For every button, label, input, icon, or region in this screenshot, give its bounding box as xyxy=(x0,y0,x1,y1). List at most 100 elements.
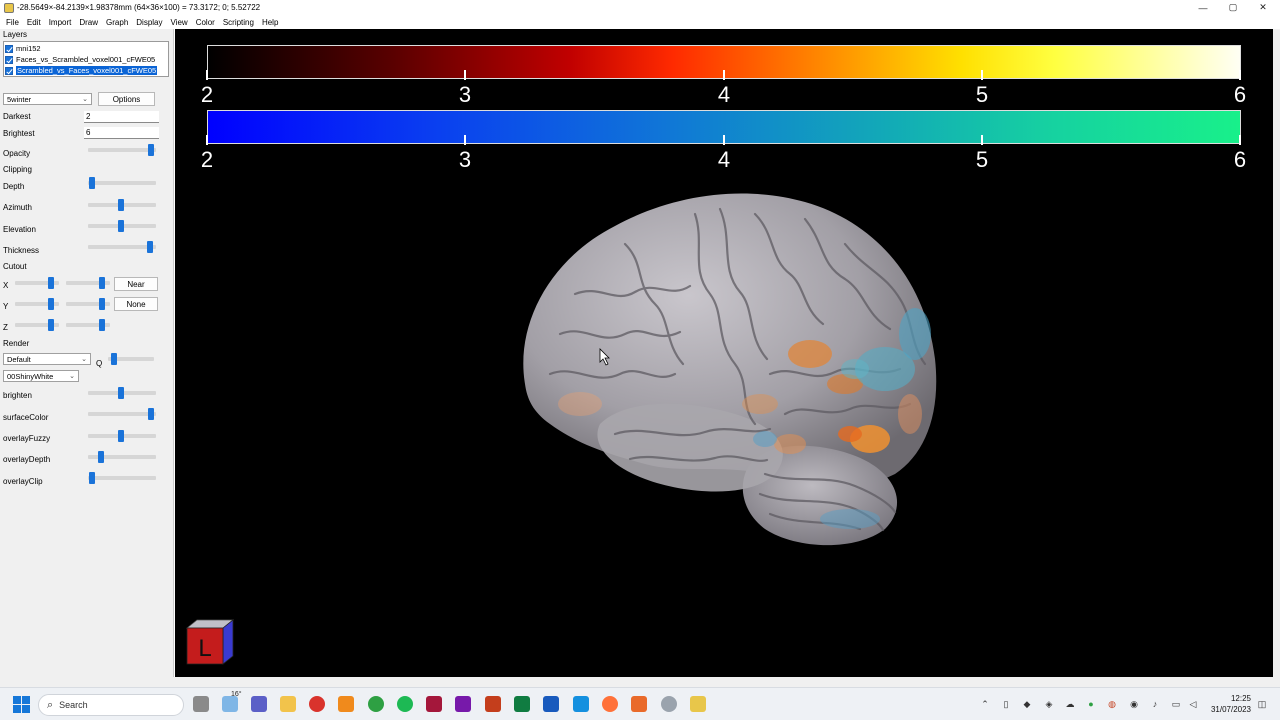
matcap-select[interactable]: 00ShinyWhite ⌄ xyxy=(3,370,79,382)
tray-overflow-icon[interactable]: ⌃ xyxy=(980,699,990,709)
task-view-icon[interactable] xyxy=(193,696,209,712)
options-button[interactable]: Options xyxy=(98,92,155,106)
menu-display[interactable]: Display xyxy=(132,18,166,27)
surface-color-slider-thumb[interactable] xyxy=(148,408,154,420)
cutout-y-max-thumb[interactable] xyxy=(99,298,105,310)
title-bar: -28.5649×-84.2139×1.98378mm (64×36×100) … xyxy=(0,0,1280,15)
tray-microphone-icon[interactable]: ♪ xyxy=(1150,699,1160,709)
cutout-y-min-thumb[interactable] xyxy=(48,298,54,310)
menu-draw[interactable]: Draw xyxy=(75,18,102,27)
tray-volume-icon[interactable]: ◁ xyxy=(1188,699,1198,709)
menu-graph[interactable]: Graph xyxy=(102,18,132,27)
quality-label: Q xyxy=(96,359,103,368)
thickness-slider[interactable] xyxy=(88,245,156,249)
colormap-select[interactable]: 5winter ⌄ xyxy=(3,93,92,105)
layer-item-mni152[interactable]: mni152 xyxy=(5,43,41,54)
spotify-icon[interactable] xyxy=(397,696,413,712)
notifications-icon[interactable]: ◫ xyxy=(1257,699,1267,709)
azimuth-slider-thumb[interactable] xyxy=(118,199,124,211)
menu-scripting[interactable]: Scripting xyxy=(219,18,258,27)
windows-start-icon[interactable] xyxy=(13,696,30,713)
file-explorer-icon[interactable] xyxy=(280,696,296,712)
opacity-slider[interactable] xyxy=(88,148,156,152)
cool-tick-4 xyxy=(723,135,725,145)
matlab-icon[interactable] xyxy=(426,696,442,712)
opacity-slider-thumb[interactable] xyxy=(148,144,154,156)
vlc-icon[interactable] xyxy=(338,696,354,712)
tray-dropbox-icon[interactable]: ◆ xyxy=(1022,699,1032,709)
darkest-input[interactable]: 2 xyxy=(84,111,159,123)
menu-import[interactable]: Import xyxy=(45,18,76,27)
cutout-x-max-thumb[interactable] xyxy=(99,277,105,289)
render-viewport[interactable]: 2 3 4 5 6 2 3 4 5 6 L xyxy=(175,29,1273,677)
menu-file[interactable]: File xyxy=(2,18,23,27)
status-splitter[interactable] xyxy=(0,677,1280,687)
cool-tick-6 xyxy=(1239,135,1241,145)
menu-help[interactable]: Help xyxy=(258,18,282,27)
overlay-clip-slider[interactable] xyxy=(88,476,156,480)
layer-checkbox[interactable] xyxy=(5,44,13,53)
clock-time[interactable]: 12:25 xyxy=(1205,694,1251,703)
taskbar-search[interactable]: ⌕ Search xyxy=(38,694,184,716)
brain-render[interactable] xyxy=(505,174,945,554)
layer-checkbox[interactable] xyxy=(5,55,13,64)
firefox-icon[interactable] xyxy=(602,696,618,712)
surface-color-slider[interactable] xyxy=(88,412,156,416)
depth-slider-thumb[interactable] xyxy=(89,177,95,189)
layer-label: Scrambled_vs_Faces_voxel001_cFWE05 xyxy=(16,66,158,75)
tray-usb-icon[interactable]: ▯ xyxy=(1001,699,1011,709)
chrome-icon[interactable] xyxy=(368,696,384,712)
app-icon-orange[interactable] xyxy=(631,696,647,712)
cutout-z-min-thumb[interactable] xyxy=(48,319,54,331)
brightest-input[interactable]: 6 xyxy=(84,127,159,139)
outlook-icon[interactable] xyxy=(573,696,589,712)
app-icon-red[interactable] xyxy=(309,696,325,712)
cutout-x-min-thumb[interactable] xyxy=(48,277,54,289)
cool-tick-label: 6 xyxy=(1233,147,1247,172)
app-window: -28.5649×-84.2139×1.98378mm (64×36×100) … xyxy=(0,0,1280,720)
excel-icon[interactable] xyxy=(514,696,530,712)
cutout-z-max-thumb[interactable] xyxy=(99,319,105,331)
maximize-button[interactable]: ▢ xyxy=(1218,0,1248,15)
app-icon-gray[interactable] xyxy=(661,696,677,712)
tray-network-icon[interactable]: ▭ xyxy=(1171,699,1181,709)
quality-slider-thumb[interactable] xyxy=(111,353,117,365)
close-button[interactable]: ✕ xyxy=(1248,0,1278,15)
onenote-icon[interactable] xyxy=(455,696,471,712)
thickness-slider-thumb[interactable] xyxy=(147,241,153,253)
tray-security-icon[interactable]: ◉ xyxy=(1129,699,1139,709)
near-button[interactable]: Near xyxy=(114,277,158,291)
right-border xyxy=(1273,29,1280,677)
overlay-clip-slider-thumb[interactable] xyxy=(89,472,95,484)
menu-view[interactable]: View xyxy=(167,18,192,27)
tray-app-icon[interactable]: ◈ xyxy=(1044,699,1054,709)
chevron-down-icon: ⌄ xyxy=(82,96,88,103)
layers-list: mni152 Faces_vs_Scrambled_voxel001_cFWE0… xyxy=(3,41,169,77)
word-icon[interactable] xyxy=(543,696,559,712)
layers-header: Layers xyxy=(3,30,28,39)
teams-icon[interactable] xyxy=(251,696,267,712)
layer-checkbox[interactable] xyxy=(5,66,13,75)
layer-item-scrambled-vs-faces[interactable]: Scrambled_vs_Faces_voxel001_cFWE05 xyxy=(5,65,158,76)
tray-onedrive-icon[interactable]: ☁ xyxy=(1065,699,1075,709)
shader-select[interactable]: Default ⌄ xyxy=(3,353,91,365)
brighten-slider-thumb[interactable] xyxy=(118,387,124,399)
tray-sync-icon[interactable]: ◍ xyxy=(1107,699,1117,709)
clock-date[interactable]: 31/07/2023 xyxy=(1205,705,1251,714)
tray-status-icon[interactable]: ● xyxy=(1086,699,1096,709)
powerpoint-icon[interactable] xyxy=(485,696,501,712)
warm-tick-label: 5 xyxy=(975,82,989,107)
elevation-slider-thumb[interactable] xyxy=(118,220,124,232)
overlay-depth-slider-thumb[interactable] xyxy=(98,451,104,463)
weather-icon[interactable] xyxy=(222,696,238,712)
layer-item-faces-vs-scrambled[interactable]: Faces_vs_Scrambled_voxel001_cFWE05 xyxy=(5,54,155,65)
minimize-button[interactable]: — xyxy=(1188,0,1218,15)
menu-color[interactable]: Color xyxy=(192,18,219,27)
none-button[interactable]: None xyxy=(114,297,158,311)
orientation-cube[interactable]: L xyxy=(183,616,235,668)
mricrogl-icon[interactable] xyxy=(690,696,706,712)
depth-slider[interactable] xyxy=(88,181,156,185)
menu-edit[interactable]: Edit xyxy=(23,18,45,27)
thickness-label: Thickness xyxy=(3,246,40,255)
overlay-fuzzy-slider-thumb[interactable] xyxy=(118,430,124,442)
